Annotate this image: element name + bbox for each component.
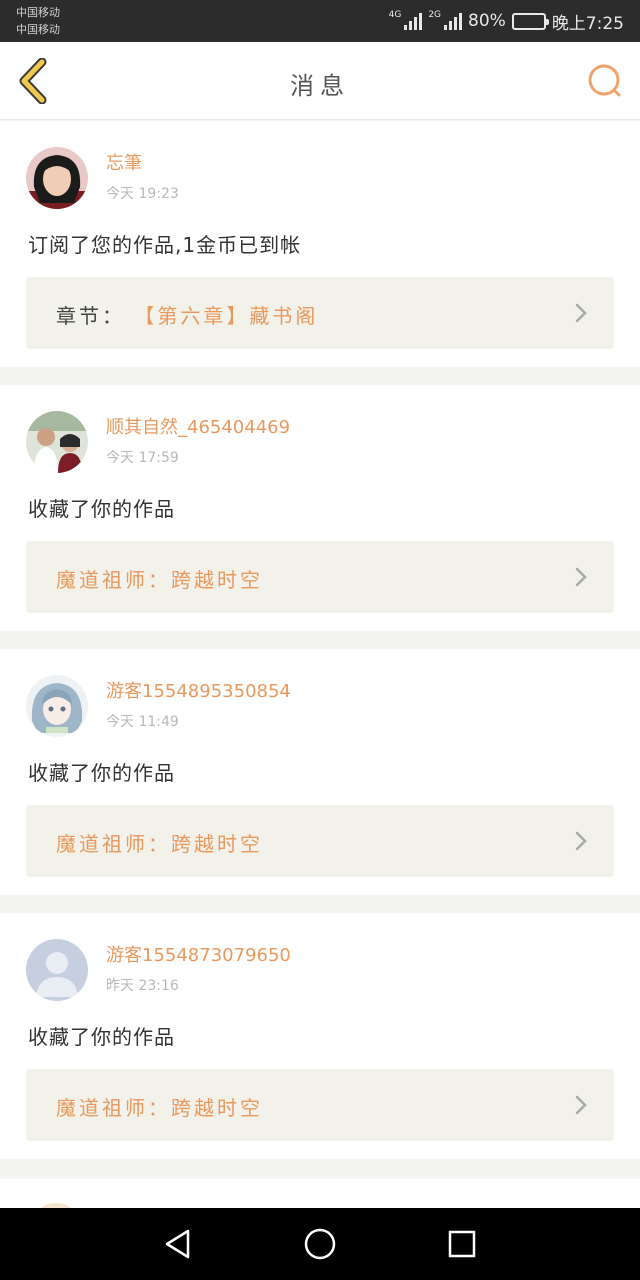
work-link[interactable]: 章节： 【第六章】藏书阁 — [26, 277, 614, 349]
circle-home-icon — [304, 1228, 336, 1260]
carrier-1: 中国移动 — [16, 6, 60, 19]
signal-icon — [444, 12, 463, 30]
nav-recents-button[interactable] — [444, 1226, 480, 1262]
message-text: 收藏了你的作品 — [28, 761, 175, 785]
message-card: 顺其自然_465404469 今天 17:59 收藏了你的作品 魔道祖师：跨越时… — [0, 385, 640, 631]
work-link[interactable]: 魔道祖师：跨越时空 — [26, 541, 614, 613]
link-title: 【第六章】藏书阁 — [134, 304, 319, 328]
message-list[interactable]: 忘筆 今天 19:23 订阅了您的作品,1金币已到帐 章节： 【第六章】藏书阁 … — [0, 121, 640, 1208]
link-title: 魔道祖师：跨越时空 — [56, 1096, 263, 1120]
status-bar: 中国移动 中国移动 4G 2G 80% 晚上7:25 — [0, 0, 640, 42]
link-label: 章节： 【第六章】藏书阁 — [56, 300, 318, 329]
message-text: 收藏了你的作品 — [28, 1025, 175, 1049]
chevron-right-icon — [575, 831, 587, 851]
page-title: 消息 — [290, 72, 350, 100]
avatar[interactable] — [26, 411, 88, 473]
nav-home-button[interactable] — [302, 1226, 338, 1262]
message-text: 收藏了你的作品 — [28, 497, 175, 521]
user-name[interactable]: 游客1554895350854 — [106, 677, 291, 703]
message-time: 今天 11:49 — [106, 714, 179, 730]
message-card-partial — [0, 1179, 640, 1208]
avatar[interactable] — [26, 147, 88, 209]
user-name[interactable]: 游客1554873079650 — [106, 941, 291, 967]
work-link[interactable]: 魔道祖师：跨越时空 — [26, 1069, 614, 1141]
message-time: 今天 19:23 — [106, 186, 179, 202]
status-indicators: 4G 2G 80% 晚上7:25 — [388, 10, 624, 34]
system-nav-bar — [0, 1208, 640, 1280]
message-card: 游客1554873079650 昨天 23:16 收藏了你的作品 魔道祖师：跨越… — [0, 913, 640, 1159]
chevron-right-icon — [575, 567, 587, 587]
network-type-1: 4G — [388, 10, 402, 20]
clock: 晚上7:25 — [551, 13, 624, 34]
message-card: 忘筆 今天 19:23 订阅了您的作品,1金币已到帐 章节： 【第六章】藏书阁 — [0, 121, 640, 367]
search-button[interactable] — [586, 62, 624, 100]
battery-percent: 80% — [468, 11, 506, 31]
nav-back-button[interactable] — [160, 1226, 196, 1262]
search-icon — [588, 64, 621, 97]
link-prefix: 章节： — [56, 304, 125, 328]
message-card: 游客1554895350854 今天 11:49 收藏了你的作品 魔道祖师：跨越… — [0, 649, 640, 895]
message-time: 昨天 23:16 — [106, 978, 179, 994]
signal-icon — [404, 12, 423, 30]
square-recents-icon — [448, 1230, 476, 1258]
battery-icon — [511, 12, 549, 30]
carrier-2: 中国移动 — [16, 23, 60, 36]
work-link[interactable]: 魔道祖师：跨越时空 — [26, 805, 614, 877]
chevron-right-icon — [575, 1095, 587, 1115]
chevron-right-icon — [575, 303, 587, 323]
app-header: 消息 — [0, 42, 640, 120]
link-title: 魔道祖师：跨越时空 — [56, 568, 263, 592]
user-name[interactable]: 顺其自然_465404469 — [106, 413, 290, 439]
default-avatar-icon[interactable] — [26, 939, 88, 1001]
user-name[interactable]: 忘筆 — [106, 149, 142, 175]
carrier-info: 中国移动 中国移动 — [16, 4, 60, 38]
network-type-2: 2G — [428, 10, 442, 20]
avatar[interactable] — [26, 675, 88, 737]
triangle-back-icon — [165, 1229, 190, 1259]
message-time: 今天 17:59 — [106, 450, 179, 466]
message-text: 订阅了您的作品,1金币已到帐 — [28, 233, 302, 257]
link-title: 魔道祖师：跨越时空 — [56, 832, 263, 856]
